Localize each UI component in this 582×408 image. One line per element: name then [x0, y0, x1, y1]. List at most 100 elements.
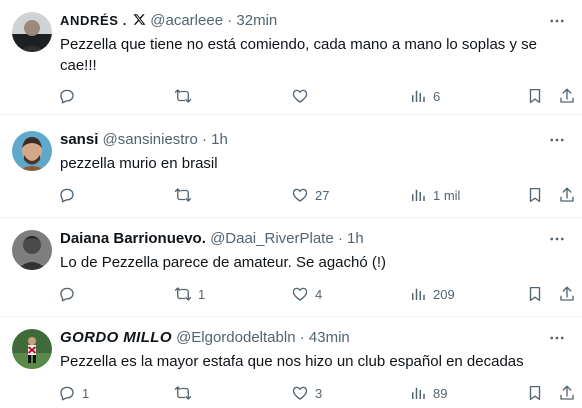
bar-chart-icon	[412, 387, 425, 399]
bookmark-icon	[529, 187, 541, 203]
avatar-image	[12, 329, 52, 369]
display-name[interactable]: ANDRÉS .	[60, 13, 127, 28]
retweet-button[interactable]: 1	[174, 284, 205, 304]
user-handle[interactable]: @Daai_RiverPlate	[210, 230, 334, 247]
heart-icon	[292, 89, 308, 103]
view-count: 209	[433, 286, 455, 302]
action-bar: 1 3 89	[58, 383, 576, 403]
tweet-header: sansi @sansiniestro · 1h	[60, 130, 542, 150]
view-count: 89	[433, 385, 448, 401]
share-icon	[560, 187, 574, 202]
bar-chart-icon	[412, 189, 425, 201]
views-button[interactable]: 1 mil	[409, 185, 460, 205]
like-count: 27	[315, 187, 330, 203]
action-bar: 6	[58, 86, 576, 106]
separator: ·	[299, 329, 305, 346]
view-count: 6	[433, 88, 441, 104]
tweet-header: GORDO MILLO @Elgordodeltabln · 43min	[60, 328, 542, 348]
tweet[interactable]: Daiana Barrionuevo. @Daai_RiverPlate · 1…	[0, 218, 582, 317]
speech-bubble-icon	[60, 188, 74, 203]
display-name[interactable]: GORDO MILLO	[60, 329, 172, 346]
views-button[interactable]: 209	[409, 284, 455, 304]
reply-count: 1	[82, 385, 90, 401]
bookmark-button[interactable]	[526, 185, 544, 205]
separator: ·	[227, 12, 233, 29]
bookmark-icon	[529, 88, 541, 104]
retweet-button[interactable]	[174, 86, 198, 106]
tweet[interactable]: GORDO MILLO @Elgordodeltabln · 43min Pez…	[0, 317, 582, 408]
view-count: 1 mil	[433, 187, 461, 203]
heart-icon	[292, 287, 308, 301]
retweet-icon	[174, 287, 192, 301]
action-bar: 27 1 mil	[58, 185, 576, 205]
like-button[interactable]: 4	[291, 284, 322, 304]
user-handle[interactable]: @acarleee	[150, 12, 223, 29]
bookmark-icon	[529, 286, 541, 302]
bookmark-button[interactable]	[526, 383, 544, 403]
avatar-image	[12, 230, 52, 270]
avatar[interactable]	[12, 329, 52, 369]
separator: ·	[337, 230, 343, 247]
share-icon	[560, 385, 574, 400]
share-icon	[560, 286, 574, 301]
tweet-text: Lo de Pezzella parece de amateur. Se aga…	[60, 254, 387, 271]
bookmark-button[interactable]	[526, 86, 544, 106]
share-button[interactable]	[558, 284, 576, 304]
bar-chart-icon	[412, 90, 425, 102]
retweet-icon	[174, 188, 192, 202]
share-icon	[560, 88, 574, 103]
timestamp[interactable]: 1h	[347, 230, 364, 247]
retweet-count: 1	[198, 286, 206, 302]
timestamp[interactable]: 1h	[211, 131, 228, 148]
avatar[interactable]	[12, 131, 52, 171]
ellipsis-icon[interactable]	[548, 12, 566, 30]
ellipsis-icon[interactable]	[548, 131, 566, 149]
ellipsis-icon[interactable]	[548, 329, 566, 347]
reply-button[interactable]	[58, 284, 82, 304]
ellipsis-icon[interactable]	[548, 230, 566, 248]
avatar[interactable]	[12, 12, 52, 52]
speech-bubble-icon	[60, 386, 74, 401]
retweet-icon	[174, 386, 192, 400]
retweet-button[interactable]	[174, 383, 198, 403]
timestamp[interactable]: 32min	[236, 12, 277, 29]
avatar-image	[12, 12, 52, 52]
reply-button[interactable]	[58, 185, 82, 205]
share-button[interactable]	[558, 383, 576, 403]
avatar[interactable]	[12, 230, 52, 270]
display-name[interactable]: sansi	[60, 131, 98, 148]
speech-bubble-icon	[60, 287, 74, 302]
tweet[interactable]: sansi @sansiniestro · 1h pezzella murio …	[0, 115, 582, 218]
retweet-button[interactable]	[174, 185, 198, 205]
views-button[interactable]: 89	[409, 383, 447, 403]
timestamp[interactable]: 43min	[309, 329, 350, 346]
separator: ·	[201, 131, 207, 148]
like-button[interactable]: 3	[291, 383, 322, 403]
tweet-header: ANDRÉS . @acarleee · 32min	[60, 11, 542, 31]
heart-icon	[292, 386, 308, 400]
like-button[interactable]	[291, 86, 315, 106]
tweet-feed: ANDRÉS . @acarleee · 32min Pezzella que …	[0, 0, 582, 408]
tweet-text: pezzella murio en brasil	[60, 155, 218, 172]
tweet-text: Pezzella es la mayor estafa que nos hizo…	[60, 353, 524, 370]
retweet-icon	[174, 89, 192, 103]
action-bar: 1 4 209	[58, 284, 576, 304]
share-button[interactable]	[558, 86, 576, 106]
share-button[interactable]	[558, 185, 576, 205]
user-handle[interactable]: @sansiniestro	[103, 131, 198, 148]
avatar-image	[12, 131, 52, 171]
views-button[interactable]: 6	[409, 86, 440, 106]
speech-bubble-icon	[60, 89, 74, 104]
heart-icon	[292, 188, 308, 202]
like-count: 3	[315, 385, 323, 401]
bookmark-button[interactable]	[526, 284, 544, 304]
tweet[interactable]: ANDRÉS . @acarleee · 32min Pezzella que …	[0, 0, 582, 115]
x-logo-icon	[133, 14, 146, 25]
display-name[interactable]: Daiana Barrionuevo.	[60, 230, 206, 247]
reply-button[interactable]: 1	[58, 383, 89, 403]
user-handle[interactable]: @Elgordodeltabln	[176, 329, 295, 346]
tweet-header: Daiana Barrionuevo. @Daai_RiverPlate · 1…	[60, 229, 542, 249]
bar-chart-icon	[412, 288, 425, 300]
like-button[interactable]: 27	[291, 185, 329, 205]
reply-button[interactable]	[58, 86, 82, 106]
